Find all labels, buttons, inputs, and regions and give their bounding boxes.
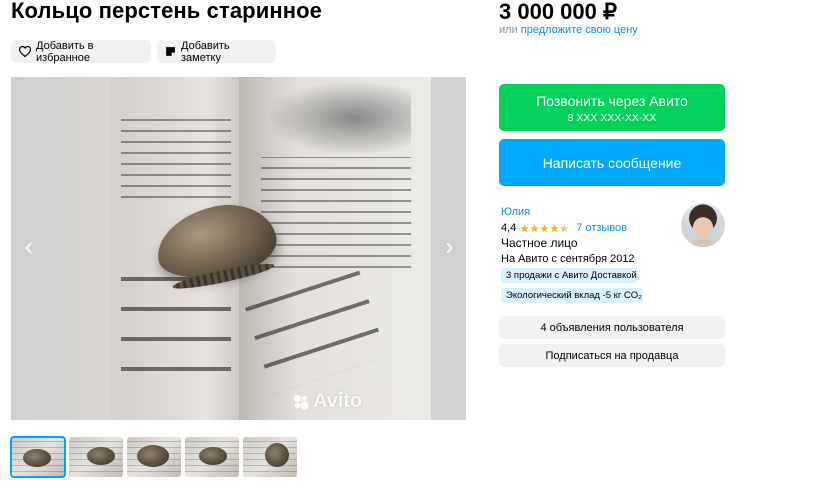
- chevron-right-icon: [446, 242, 453, 254]
- star-icon: [520, 224, 529, 232]
- rating-value: 4,4: [501, 222, 517, 234]
- seller-rating: 4,4 7 отзывов: [501, 222, 627, 234]
- note-icon: [166, 47, 175, 56]
- page-title: Кольцо перстень старинное: [11, 0, 322, 23]
- chevron-left-icon: [25, 242, 32, 254]
- or-label: или: [499, 24, 518, 36]
- thumbnail-4[interactable]: [185, 437, 239, 477]
- photo-gallery[interactable]: Avito: [11, 77, 466, 420]
- seller-avatar[interactable]: [681, 203, 725, 247]
- subscribe-seller-button[interactable]: Подписаться на продавца: [499, 344, 725, 367]
- star-icon: [540, 224, 549, 232]
- favorites-label: Добавить в избранное: [36, 39, 94, 64]
- phone-number: 8 XXX XXX-XX-XX: [567, 112, 657, 124]
- rating-stars: [520, 224, 569, 233]
- star-icon: [530, 224, 539, 232]
- book-illustration: [271, 83, 411, 153]
- price-offer-line: или предложите свою цену: [499, 24, 638, 36]
- heart-icon: [19, 46, 31, 57]
- thumbnail-3[interactable]: [127, 437, 181, 477]
- delivery-badge: 3 продажи с Авито Доставкой: [501, 268, 637, 283]
- star-icon: [550, 224, 559, 232]
- gallery-prev-button[interactable]: [19, 237, 39, 259]
- add-note-button[interactable]: Добавить заметку: [157, 39, 276, 64]
- thumbnail-1[interactable]: [10, 436, 66, 478]
- thumbnail-2[interactable]: [69, 437, 123, 477]
- gallery-next-button[interactable]: [439, 237, 459, 259]
- main-photo[interactable]: [111, 77, 431, 420]
- call-button[interactable]: Позвонить через Авито 8 XXX XXX-XX-XX: [499, 84, 725, 131]
- avito-watermark: Avito: [292, 390, 362, 413]
- star-half-icon: [560, 224, 569, 232]
- price: 3 000 000 ₽: [499, 0, 617, 24]
- seller-type: Частное лицо: [501, 236, 578, 250]
- offer-price-link[interactable]: предложите свою цену: [521, 24, 638, 36]
- user-ads-button[interactable]: 4 объявления пользователя: [499, 316, 725, 339]
- thumbnail-strip: [10, 436, 297, 478]
- thumbnail-5[interactable]: [243, 437, 297, 477]
- note-label: Добавить заметку: [181, 39, 230, 64]
- call-button-label: Позвонить через Авито: [536, 93, 688, 109]
- eco-badge: Экологический вклад -5 кг CO₂: [501, 288, 643, 303]
- seller-name-link[interactable]: Юлия: [501, 206, 530, 218]
- avito-logo-icon: [293, 394, 309, 410]
- reviews-link[interactable]: 7 отзывов: [576, 222, 627, 234]
- write-message-button[interactable]: Написать сообщение: [499, 139, 725, 186]
- seller-since: На Авито с сентября 2012: [501, 253, 635, 265]
- add-to-favorites-button[interactable]: Добавить в избранное: [11, 39, 151, 64]
